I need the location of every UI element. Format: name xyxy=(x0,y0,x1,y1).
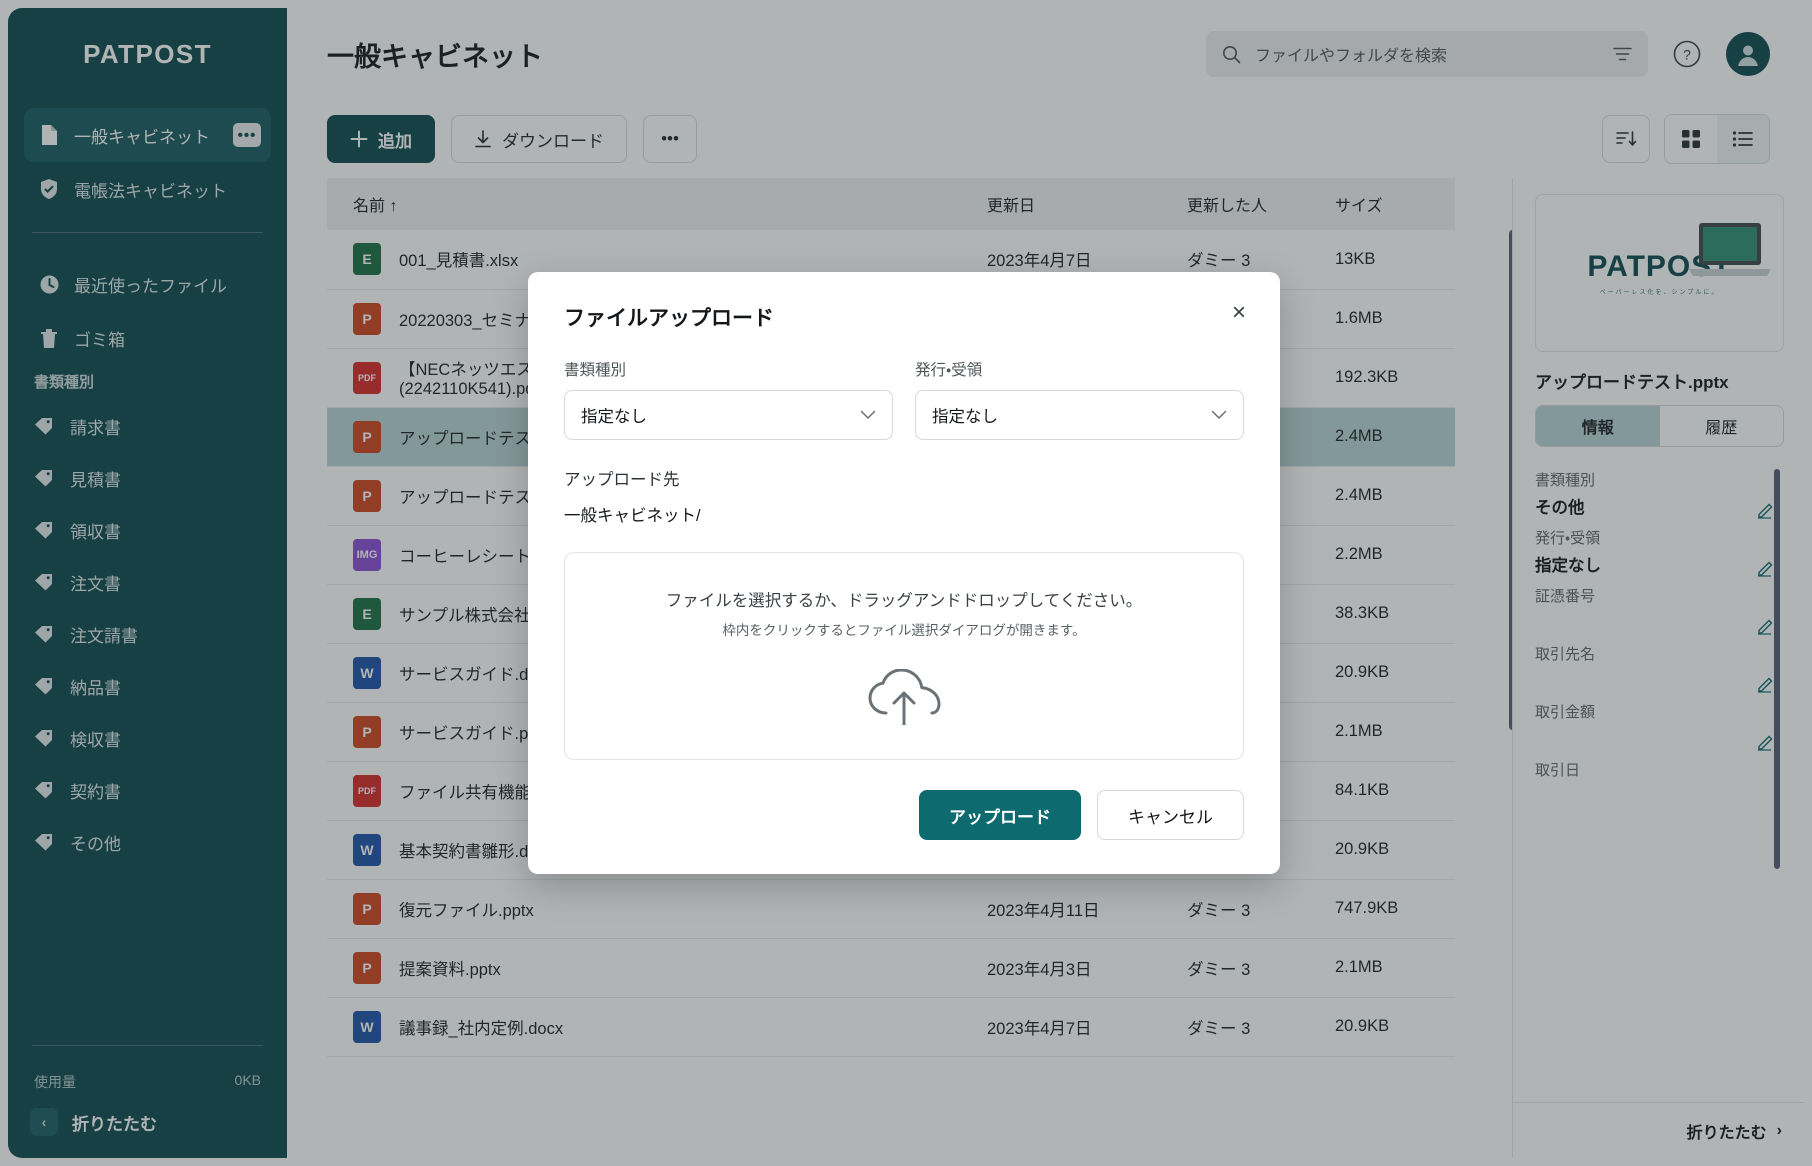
close-icon[interactable]: × xyxy=(1224,298,1254,328)
upload-destination-label: アップロード先 xyxy=(564,466,1244,490)
upload-destination-value: 一般キャビネット/ xyxy=(564,502,1244,526)
doc-type-label: 書類種別 xyxy=(564,358,893,380)
dropzone-secondary-text: 枠内をクリックするとファイル選択ダイアログが開きます。 xyxy=(722,619,1085,639)
issue-receive-label: 発行・受領 xyxy=(915,358,1244,380)
dropzone-primary-text: ファイルを選択するか、ドラッグアンドドロップしてください。 xyxy=(666,587,1143,611)
file-dropzone[interactable]: ファイルを選択するか、ドラッグアンドドロップしてください。 枠内をクリックすると… xyxy=(564,552,1244,760)
doc-type-field: 書類種別 指定なし xyxy=(564,358,893,440)
dialog-actions: アップロード キャンセル xyxy=(564,790,1244,840)
upload-button[interactable]: アップロード xyxy=(919,790,1081,840)
upload-cloud-icon xyxy=(866,669,942,725)
doc-type-select[interactable]: 指定なし xyxy=(564,390,893,440)
issue-receive-field: 発行・受領 指定なし xyxy=(915,358,1244,440)
chevron-down-icon xyxy=(860,410,876,420)
cancel-button[interactable]: キャンセル xyxy=(1097,790,1244,840)
issue-receive-select[interactable]: 指定なし xyxy=(915,390,1244,440)
doc-type-value: 指定なし xyxy=(581,403,860,427)
file-upload-dialog: ファイルアップロード × 書類種別 指定なし 発行・受領 指定なし xyxy=(528,272,1280,874)
dialog-form-row: 書類種別 指定なし 発行・受領 指定なし xyxy=(564,358,1244,440)
app-root: PATPOST 一般キャビネット ••• 電帳法キャビネット xyxy=(0,0,1812,1166)
chevron-down-icon xyxy=(1211,410,1227,420)
issue-receive-value: 指定なし xyxy=(932,403,1211,427)
dialog-title: ファイルアップロード xyxy=(564,302,1244,332)
